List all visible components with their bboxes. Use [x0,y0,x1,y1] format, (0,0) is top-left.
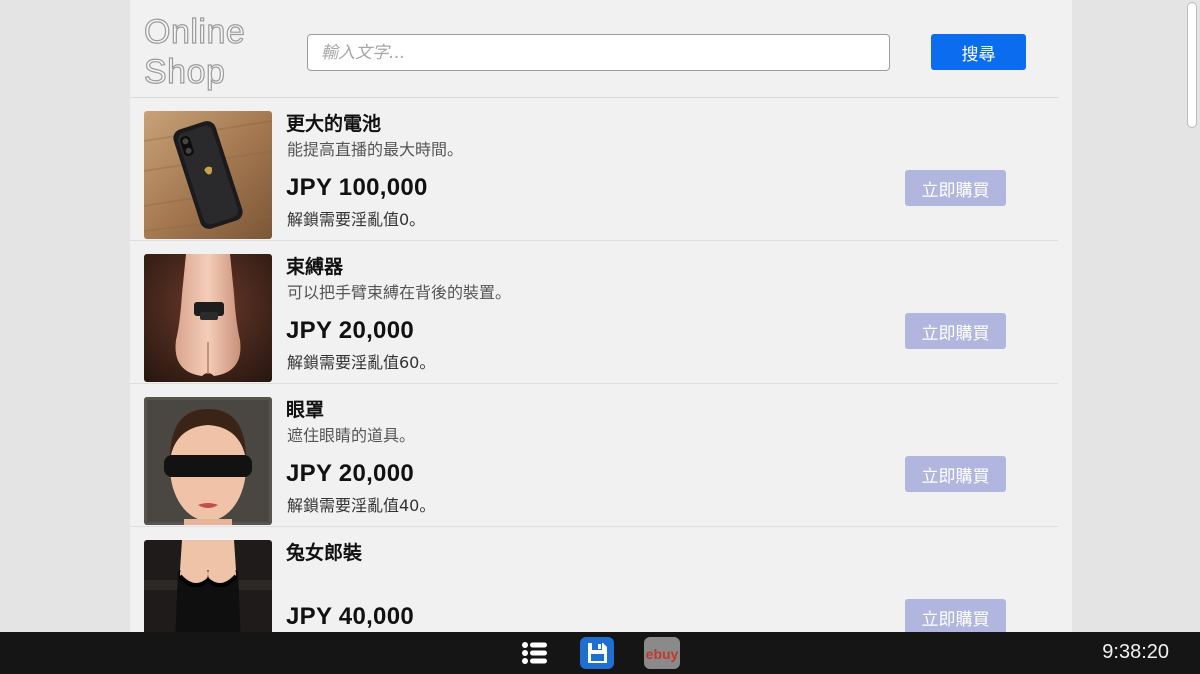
ebuy-app-icon[interactable]: ebuy [644,637,680,669]
product-description: 可以把手臂束縛在背後的裝置。 [287,283,512,302]
buy-now-button[interactable]: 立即購買 [905,456,1006,492]
product-name: 更大的電池 [286,113,382,135]
product-price: JPY 40,000 [286,603,415,630]
arm-restraint-image [144,254,272,382]
product-name: 眼罩 [286,399,325,421]
smartphone-image [144,111,272,239]
scrollbar-thumb[interactable] [1187,2,1197,128]
shop-logo: Online Shop [143,12,246,92]
product-unlock-requirement: 解鎖需要淫亂值0。 [287,210,426,229]
buy-now-button[interactable]: 立即購買 [905,313,1006,349]
product-item-blindfold: 眼罩 遮住眼睛的道具。 JPY 20,000 解鎖需要淫亂值40。 立即購買 [130,384,1058,527]
product-description: 遮住眼睛的道具。 [287,426,416,445]
logo-line-1: Online [143,12,246,51]
search-button[interactable]: 搜尋 [931,34,1026,70]
bunny-suit-image [144,540,272,632]
product-item-bunny-suit: 兔女郎裝 JPY 40,000 立即購買 [130,527,1058,632]
save-icon[interactable] [580,637,614,669]
blindfold-image [144,397,272,525]
product-name: 兔女郎裝 [286,542,363,564]
product-price: JPY 100,000 [286,174,428,201]
buy-now-button[interactable]: 立即購買 [905,170,1006,206]
online-shop-panel: Online Shop 搜尋 [130,0,1072,632]
product-unlock-requirement: 解鎖需要淫亂值60。 [287,353,436,372]
product-name: 束縛器 [286,256,344,278]
ebuy-label: ebuy [646,646,679,662]
taskbar-clock: 9:38:20 [1102,641,1169,663]
logo-line-2: Shop [143,52,226,91]
list-icon[interactable] [518,637,552,669]
product-unlock-requirement: 解鎖需要淫亂值40。 [287,496,436,515]
shop-header: Online Shop 搜尋 [130,0,1072,98]
product-item-restraint: 束縛器 可以把手臂束縛在背後的裝置。 JPY 20,000 解鎖需要淫亂值60。… [130,241,1058,384]
product-price: JPY 20,000 [286,460,415,487]
product-item-battery: 更大的電池 能提高直播的最大時間。 JPY 100,000 解鎖需要淫亂值0。 … [130,98,1058,241]
product-description: 能提高直播的最大時間。 [287,140,464,159]
buy-now-button[interactable]: 立即購買 [905,599,1006,632]
taskbar: ebuy 9:38:20 [0,632,1200,674]
product-price: JPY 20,000 [286,317,415,344]
search-input[interactable] [307,34,890,71]
product-list: 更大的電池 能提高直播的最大時間。 JPY 100,000 解鎖需要淫亂值0。 … [130,98,1058,632]
